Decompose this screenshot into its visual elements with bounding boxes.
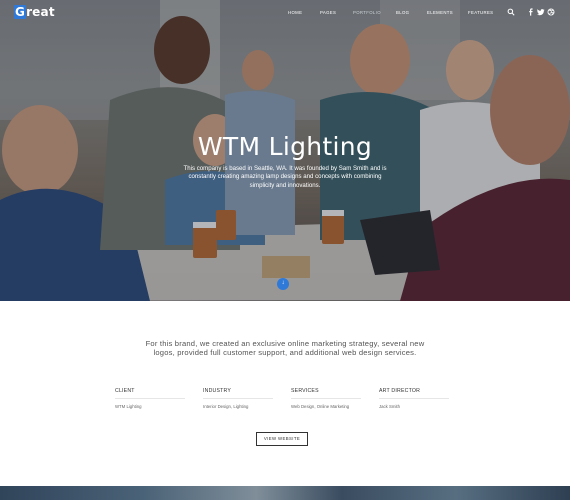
main-menu: Home Pages Portfolio Blog Elements Featu…	[0, 10, 570, 18]
top-navigation: Great Home Pages Portfolio Blog Elements…	[0, 0, 570, 26]
view-website-button[interactable]: View Website	[256, 432, 308, 446]
detail-value: Jack Smith	[379, 404, 401, 409]
detail-value: WTM Lighting	[115, 404, 142, 409]
detail-art-director: Art Director Jack Smith	[379, 388, 449, 409]
detail-client: Client WTM Lighting	[115, 388, 185, 409]
menu-item-elements[interactable]: Elements	[427, 10, 453, 15]
menu-item-features[interactable]: Features	[468, 10, 493, 15]
next-section-photo	[0, 486, 570, 500]
arrow-down-icon: ↓	[281, 280, 285, 286]
detail-industry: Industry Interior Design, Lighting	[203, 388, 273, 409]
scroll-down-button[interactable]: ↓	[277, 278, 289, 290]
search-icon[interactable]	[507, 8, 515, 16]
project-intro: For this brand, we created an exclusive …	[145, 339, 425, 358]
detail-heading: Art Director	[379, 388, 449, 399]
detail-heading: Client	[115, 388, 185, 399]
detail-heading: Industry	[203, 388, 273, 399]
menu-item-pages[interactable]: Pages	[320, 10, 336, 15]
menu-item-blog[interactable]: Blog	[396, 10, 409, 15]
detail-services: Services Web Design, Online Marketing	[291, 388, 361, 409]
menu-item-portfolio[interactable]: Portfolio	[353, 10, 381, 15]
hero-section: Great Home Pages Portfolio Blog Elements…	[0, 0, 570, 301]
detail-value: Web Design, Online Marketing	[291, 404, 350, 409]
menu-item-home[interactable]: Home	[288, 10, 302, 15]
facebook-icon[interactable]	[527, 8, 535, 16]
dribbble-icon[interactable]	[547, 8, 555, 16]
detail-heading: Services	[291, 388, 361, 399]
detail-value: Interior Design, Lighting	[203, 404, 249, 409]
twitter-icon[interactable]	[537, 8, 545, 16]
hero-description: This company is based in Seattle, WA. It…	[183, 165, 387, 189]
hero-title: WTM Lighting	[197, 132, 373, 161]
